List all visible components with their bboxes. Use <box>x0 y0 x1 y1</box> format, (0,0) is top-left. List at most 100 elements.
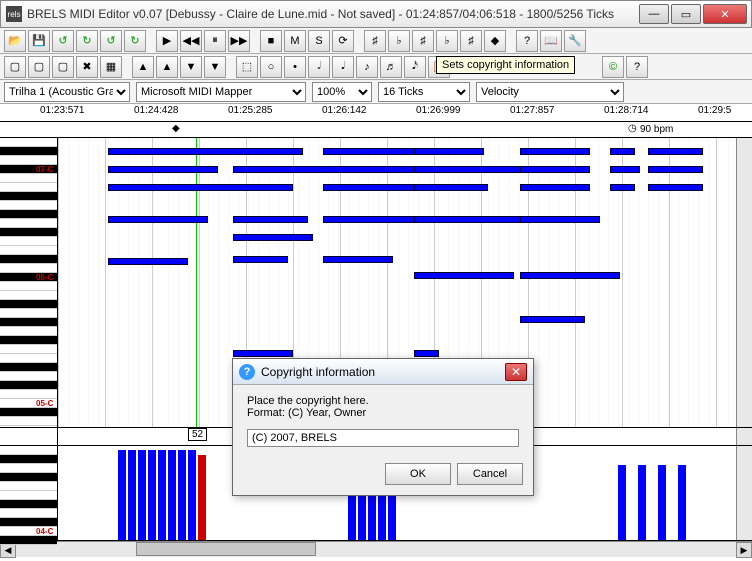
velocity-bar[interactable] <box>148 450 156 540</box>
midi-note[interactable] <box>108 166 218 173</box>
toolbar2-button-8[interactable]: ▼ <box>180 56 202 78</box>
velocity-bar[interactable] <box>678 465 686 540</box>
midi-note[interactable] <box>414 216 534 223</box>
maximize-button[interactable]: ▭ <box>671 4 701 24</box>
midi-note[interactable] <box>520 216 600 223</box>
toolbar-button-4[interactable]: ↺ <box>100 30 122 52</box>
midi-note[interactable] <box>233 350 293 357</box>
toolbar-button-22[interactable]: ◆ <box>484 30 506 52</box>
toolbar2-button-15[interactable]: 𝅘𝅥 <box>332 56 354 78</box>
velocity-bar[interactable] <box>168 450 176 540</box>
velocity-bar[interactable] <box>658 465 666 540</box>
midi-note[interactable] <box>414 148 484 155</box>
velocity-bar[interactable] <box>188 450 196 540</box>
zoom-select[interactable]: 100% <box>312 82 372 102</box>
track-select[interactable]: Trilha 1 (Acoustic Gra <box>4 82 130 102</box>
midi-note[interactable] <box>610 166 640 173</box>
toolbar-button-21[interactable]: ♯ <box>460 30 482 52</box>
toolbar2-button-18[interactable]: 𝅘𝅥𝅯 <box>404 56 426 78</box>
midi-note[interactable] <box>520 148 590 155</box>
toolbar-button-20[interactable]: ♭ <box>436 30 458 52</box>
view-select[interactable]: Velocity <box>476 82 624 102</box>
midi-note[interactable] <box>233 148 303 155</box>
toolbar2-button-4[interactable]: ▦ <box>100 56 122 78</box>
midi-note[interactable] <box>323 256 393 263</box>
midi-note[interactable] <box>108 216 208 223</box>
midi-note[interactable] <box>520 316 585 323</box>
velocity-bar[interactable] <box>198 455 206 540</box>
toolbar-button-3[interactable]: ↻ <box>76 30 98 52</box>
toolbar-button-2[interactable]: ↺ <box>52 30 74 52</box>
toolbar-button-5[interactable]: ↻ <box>124 30 146 52</box>
velocity-bar[interactable] <box>128 450 136 540</box>
midi-note[interactable] <box>414 350 439 357</box>
midi-note[interactable] <box>323 216 423 223</box>
copyright-input[interactable] <box>247 429 519 447</box>
toolbar2-button-13[interactable]: • <box>284 56 306 78</box>
toolbar2-button-2[interactable]: ▢ <box>52 56 74 78</box>
midi-note[interactable] <box>233 216 308 223</box>
vertical-scrollbar-lower[interactable] <box>736 446 752 540</box>
toolbar-button-1[interactable]: 💾 <box>28 30 50 52</box>
toolbar-button-12[interactable]: ■ <box>260 30 282 52</box>
midi-note[interactable] <box>648 184 703 191</box>
minimize-button[interactable]: — <box>639 4 669 24</box>
dialog-titlebar[interactable]: ? Copyright information ✕ <box>233 359 533 385</box>
toolbar2-button-9[interactable]: ▼ <box>204 56 226 78</box>
toolbar-button-19[interactable]: ♯ <box>412 30 434 52</box>
cancel-button[interactable]: Cancel <box>457 463 523 485</box>
midi-note[interactable] <box>108 184 248 191</box>
midi-note[interactable] <box>414 184 474 191</box>
midi-note[interactable] <box>520 272 620 279</box>
velocity-bar[interactable] <box>158 450 166 540</box>
toolbar-button-25[interactable]: 📖 <box>540 30 562 52</box>
toolbar2-button-16[interactable]: ♪ <box>356 56 378 78</box>
toolbar2-button-1[interactable]: ▢ <box>28 56 50 78</box>
midi-note[interactable] <box>414 272 514 279</box>
velocity-bar[interactable] <box>618 465 626 540</box>
toolbar-button-10[interactable]: ▶▶ <box>228 30 250 52</box>
toolbar2-button-0[interactable]: ▢ <box>4 56 26 78</box>
toolbar2-button-12[interactable]: ○ <box>260 56 282 78</box>
toolbar2-button-3[interactable]: ✖ <box>76 56 98 78</box>
velocity-bar[interactable] <box>118 450 126 540</box>
ok-button[interactable]: OK <box>385 463 451 485</box>
midi-note[interactable] <box>233 234 313 241</box>
piano-keyboard-lower[interactable]: 04-C <box>0 446 58 541</box>
midi-note[interactable] <box>610 148 635 155</box>
midi-note[interactable] <box>520 184 590 191</box>
toolbar-button-14[interactable]: S <box>308 30 330 52</box>
help-button[interactable]: ? <box>626 56 648 78</box>
toolbar-button-9[interactable]: ⏸ <box>204 30 226 52</box>
midi-note[interactable] <box>648 166 703 173</box>
device-select[interactable]: Microsoft MIDI Mapper <box>136 82 306 102</box>
scroll-right-button[interactable]: ▶ <box>736 542 752 558</box>
toolbar2-button-17[interactable]: ♬ <box>380 56 402 78</box>
velocity-bar[interactable] <box>138 450 146 540</box>
horizontal-scrollbar[interactable]: ◀ ▶ <box>0 541 752 557</box>
toolbar2-button-14[interactable]: 𝅗𝅥 <box>308 56 330 78</box>
toolbar2-button-7[interactable]: ▲ <box>156 56 178 78</box>
vertical-scrollbar[interactable] <box>736 138 752 427</box>
close-button[interactable]: ✕ <box>703 4 747 24</box>
piano-keyboard[interactable]: 07-C06-C05-C <box>0 138 58 427</box>
dialog-close-button[interactable]: ✕ <box>505 363 527 381</box>
toolbar-button-15[interactable]: ⟳ <box>332 30 354 52</box>
time-ruler[interactable]: 01:23:57101:24:42801:25:28501:26:14201:2… <box>0 104 752 122</box>
toolbar-button-26[interactable]: 🔧 <box>564 30 586 52</box>
snap-select[interactable]: 16 Ticks <box>378 82 470 102</box>
midi-note[interactable] <box>648 148 703 155</box>
toolbar-button-8[interactable]: ◀◀ <box>180 30 202 52</box>
toolbar-button-0[interactable]: 📂 <box>4 30 26 52</box>
midi-note[interactable] <box>233 184 293 191</box>
toolbar-button-17[interactable]: ♯ <box>364 30 386 52</box>
midi-note[interactable] <box>108 258 188 265</box>
toolbar-button-18[interactable]: ♭ <box>388 30 410 52</box>
midi-note[interactable] <box>610 184 635 191</box>
midi-note[interactable] <box>520 166 590 173</box>
copyright-button[interactable]: © <box>602 56 624 78</box>
toolbar-button-7[interactable]: ▶ <box>156 30 178 52</box>
scroll-thumb[interactable] <box>136 542 316 556</box>
velocity-bar[interactable] <box>638 465 646 540</box>
toolbar2-button-11[interactable]: ⬚ <box>236 56 258 78</box>
